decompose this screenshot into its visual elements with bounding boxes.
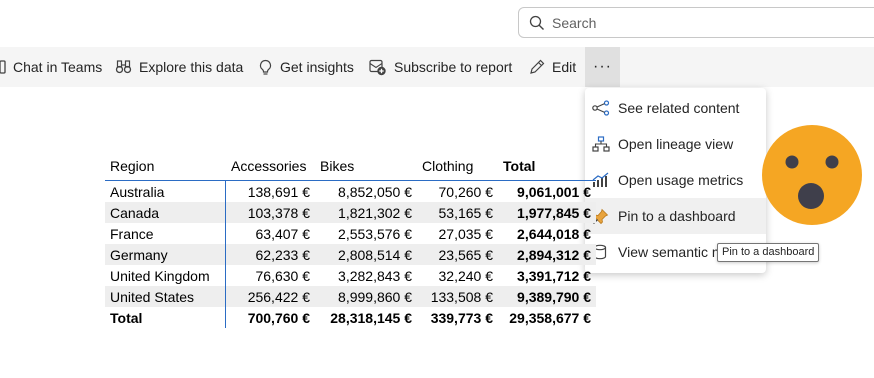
cell-region: Australia [105, 180, 226, 202]
subscribe-to-report-button[interactable]: Subscribe to report [369, 47, 512, 87]
get-insights-label: Get insights [280, 59, 354, 75]
cell-clothing: 27,035 € [438, 225, 494, 242]
column-header-region[interactable]: Region [105, 150, 225, 181]
cell-total: 29,358,677 € [498, 307, 596, 328]
table-header-row: Region Accessories Bikes Clothing Total [105, 150, 596, 181]
column-header-total[interactable]: Total [498, 150, 596, 181]
cell-total: 9,389,790 € [498, 286, 596, 307]
cell-region: France [105, 223, 226, 244]
edit-label: Edit [552, 59, 577, 75]
teams-icon [0, 60, 6, 74]
cell-accessories: 76,630 € [255, 267, 311, 284]
menu-item-pin-to-a-dashboard[interactable]: Pin to a dashboard [585, 198, 766, 234]
cell-bikes: 2,808,514 € [315, 244, 417, 265]
cell-bikes: 28,318,145 € [315, 307, 417, 328]
menu-item-open-usage-metrics[interactable]: Open usage metrics [585, 162, 766, 198]
column-header-accessories[interactable]: Accessories [225, 150, 315, 181]
top-bar: Search [0, 0, 874, 46]
matrix-table: Region Accessories Bikes Clothing Total … [105, 150, 596, 328]
menu-item-see-related-content[interactable]: See related content [585, 90, 766, 126]
lightbulb-icon [259, 59, 272, 75]
cell-total: 2,644,018 € [517, 225, 591, 242]
subscribe-to-report-label: Subscribe to report [394, 59, 513, 75]
menu-item-label: Open lineage view [618, 136, 734, 152]
report-toolbar: Chat in Teams Explore this data Get insi… [0, 47, 874, 87]
cell-accessories: 103,378 € [225, 202, 315, 223]
cell-region: United Kingdom [105, 265, 226, 286]
chat-in-teams-label: Chat in Teams [13, 59, 103, 75]
table-row: Germany 62,233 € 2,808,514 € 23,565 € 2,… [105, 244, 596, 265]
menu-item-label: Pin to a dashboard [618, 208, 736, 224]
more-options-icon: ··· [593, 58, 612, 75]
cell-bikes: 8,852,050 € [315, 180, 417, 202]
cell-accessories: 700,760 € [225, 307, 315, 328]
cell-region: Germany [105, 244, 226, 265]
tooltip: Pin to a dashboard [717, 243, 820, 262]
cell-total: 1,977,845 € [498, 202, 596, 223]
cell-total: 9,061,001 € [498, 180, 596, 202]
table-row: Canada 103,378 € 1,821,302 € 53,165 € 1,… [105, 202, 596, 223]
subscribe-icon [369, 59, 386, 75]
menu-item-open-lineage-view[interactable]: Open lineage view [585, 126, 766, 162]
cell-bikes: 1,821,302 € [315, 202, 417, 223]
table-row: United Kingdom 76,630 € 3,282,843 € 32,2… [105, 265, 596, 286]
table-row: France 63,407 € 2,553,576 € 27,035 € 2,6… [105, 223, 596, 244]
cell-accessories: 63,407 € [255, 225, 311, 242]
pencil-icon [530, 59, 545, 74]
cell-region: United States [105, 286, 226, 307]
cell-clothing: 53,165 € [417, 202, 498, 223]
table-row: Australia 138,691 € 8,852,050 € 70,260 €… [105, 180, 596, 202]
cell-total: 2,894,312 € [498, 244, 596, 265]
cell-region: Canada [105, 202, 226, 223]
column-header-bikes[interactable]: Bikes [315, 150, 417, 181]
cell-region: Total [105, 307, 226, 328]
cell-bikes: 8,999,860 € [315, 286, 417, 307]
cell-clothing: 339,773 € [417, 307, 498, 328]
explore-this-data-button[interactable]: Explore this data [115, 47, 243, 87]
related-content-icon [592, 100, 610, 116]
cell-bikes: 3,282,843 € [338, 267, 412, 284]
cell-clothing: 32,240 € [438, 267, 494, 284]
cell-accessories: 138,691 € [225, 180, 315, 202]
surprised-face-icon [762, 125, 862, 225]
table-row: United States 256,422 € 8,999,860 € 133,… [105, 286, 596, 307]
chat-in-teams-button[interactable]: Chat in Teams [0, 47, 102, 87]
cell-accessories: 62,233 € [225, 244, 315, 265]
get-insights-button[interactable]: Get insights [258, 47, 354, 87]
binoculars-icon [115, 60, 132, 74]
menu-item-label: See related content [618, 100, 740, 116]
search-box[interactable]: Search [518, 7, 874, 38]
cell-clothing: 70,260 € [417, 180, 498, 202]
cell-clothing: 133,508 € [417, 286, 498, 307]
menu-item-label: Open usage metrics [618, 172, 744, 188]
edit-button[interactable]: Edit [528, 47, 576, 87]
search-input[interactable]: Search [552, 15, 596, 31]
cell-clothing: 23,565 € [417, 244, 498, 265]
more-options-button[interactable]: ··· [585, 47, 620, 87]
cell-bikes: 2,553,576 € [338, 225, 412, 242]
cell-accessories: 256,422 € [225, 286, 315, 307]
column-header-clothing[interactable]: Clothing [417, 150, 498, 181]
search-icon [529, 15, 544, 30]
explore-this-data-label: Explore this data [139, 59, 244, 75]
total-row: Total 700,760 € 28,318,145 € 339,773 € 2… [105, 307, 596, 328]
cell-total: 3,391,712 € [517, 267, 591, 284]
